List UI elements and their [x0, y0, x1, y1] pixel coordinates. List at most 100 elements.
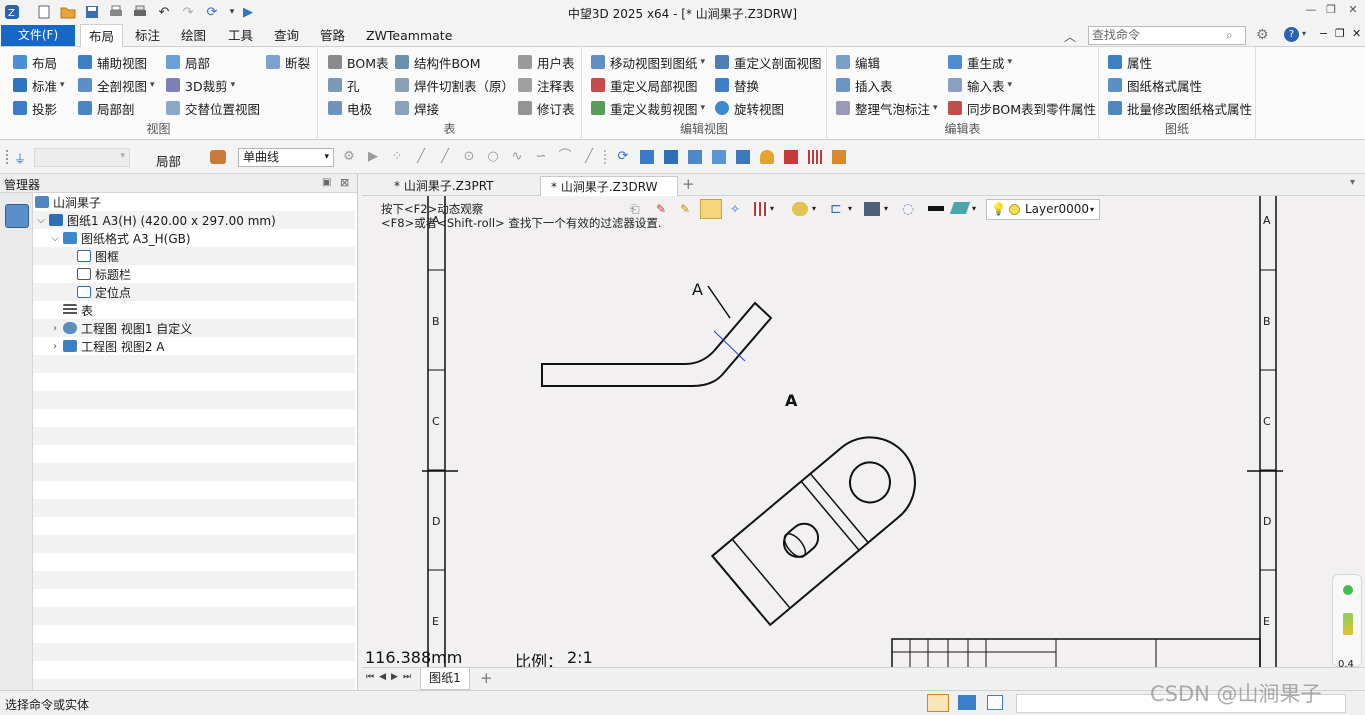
weld-cut-table-button[interactable]: 焊件切割表（原） [395, 75, 514, 95]
tab-part-doc[interactable]: * 山涧果子.Z3PRT [384, 176, 504, 196]
play-icon[interactable]: ▶ [366, 150, 380, 164]
canvas-grid-icon[interactable] [754, 202, 768, 216]
refresh-view-icon[interactable]: ⟳ [616, 150, 630, 164]
canvas-frame-dropdown-icon[interactable]: ▾ [848, 204, 852, 213]
tab-tools[interactable]: 工具 [220, 24, 261, 47]
break-view-button[interactable]: 断裂 [266, 52, 310, 72]
layer-dropdown[interactable]: 💡 Layer0000 ▾ [986, 199, 1100, 220]
close-panel-icon[interactable]: ⊠ [340, 176, 349, 189]
arc-icon[interactable]: ⌒ [558, 150, 572, 164]
canvas-display-dropdown-icon[interactable]: ▾ [812, 204, 816, 213]
canvas-brush-icon[interactable]: ✎ [656, 202, 666, 216]
filter-scope-label[interactable]: 局部 [156, 151, 181, 170]
view-label-a[interactable]: A [785, 391, 797, 410]
status-screen-icon[interactable] [958, 695, 976, 710]
regenerate-button[interactable]: 重生成 [948, 52, 1012, 72]
doc-close-button[interactable]: ✕ [1352, 27, 1361, 40]
status-list-icon[interactable] [987, 695, 1003, 710]
tab-query[interactable]: 查询 [266, 24, 307, 47]
standard-view-button[interactable]: 标准 [13, 75, 65, 95]
alternate-position-view-button[interactable]: 交替位置视图 [166, 98, 260, 118]
3d-clip-button[interactable]: 3D裁剪 [166, 75, 235, 95]
line-weight-icon[interactable] [928, 206, 944, 211]
rotate-view-button[interactable]: 旋转视图 [715, 98, 784, 118]
close-window-button[interactable]: ✕ [1342, 3, 1364, 21]
command-search-input[interactable]: 查找命令 [1088, 26, 1246, 45]
weldment-bom-button[interactable]: 结构件BOM [395, 52, 480, 72]
revision-table-button[interactable]: 修订表 [518, 98, 575, 118]
arrange-balloons-button[interactable]: 整理气泡标注 [836, 98, 938, 118]
pin-panel-icon[interactable]: ▣ [322, 177, 331, 188]
section-label-a-top[interactable]: A [692, 280, 703, 299]
canvas-undo-view-icon[interactable]: ⎗ [630, 202, 640, 217]
user-table-button[interactable]: 用户表 [518, 52, 575, 72]
minimize-button[interactable]: — [1300, 3, 1322, 21]
canvas-grid-dropdown-icon[interactable]: ▾ [770, 204, 774, 213]
tab-zwteammate[interactable]: ZWTeammate [358, 24, 460, 47]
hole-table-button[interactable]: 孔 [328, 75, 360, 95]
drawing-manager-tab-icon[interactable] [5, 204, 29, 228]
collapse-chevron-icon[interactable]: ⌵ [35, 215, 47, 226]
view-toolbar-icon-3[interactable] [688, 150, 702, 164]
layer-stack-dropdown-icon[interactable]: ▾ [972, 204, 976, 213]
tab-layout[interactable]: 布局 [80, 24, 124, 48]
insert-table-button[interactable]: 插入表 [836, 75, 893, 95]
collapse-chevron-icon[interactable]: ⌵ [49, 233, 61, 244]
canvas-display-icon[interactable] [792, 202, 808, 216]
tab-list-dropdown-icon[interactable]: ▾ [1350, 177, 1355, 188]
sheet-format-properties-button[interactable]: 图纸格式属性 [1108, 75, 1202, 95]
batch-modify-sheet-format-button[interactable]: 批量修改图纸格式属性 [1108, 98, 1252, 118]
slash-line-icon[interactable]: ╱ [582, 150, 596, 164]
expand-chevron-icon[interactable]: › [49, 341, 61, 352]
pick-filter-icon[interactable] [210, 150, 226, 164]
view-toolbar-icon-9[interactable] [832, 150, 846, 164]
doc-restore-button[interactable]: ❐ [1335, 27, 1345, 40]
tab-annotate[interactable]: 标注 [127, 24, 168, 47]
replace-button[interactable]: 替换 [715, 75, 759, 95]
auxiliary-view-button[interactable]: 辅助视图 [78, 52, 147, 72]
file-menu-button[interactable]: 文件(F) [1, 25, 75, 46]
weld-table-button[interactable]: 焊接 [395, 98, 439, 118]
tab-piping[interactable]: 管路 [312, 24, 353, 47]
tree-view2[interactable]: › 工程图 视图2 A [49, 337, 164, 355]
canvas-wand-icon[interactable]: ✧ [730, 202, 740, 216]
tree-sheet1[interactable]: ⌵ 图纸1 A3(H) (420.00 x 297.00 mm) [35, 211, 276, 229]
detail-view-button[interactable]: 局部 [166, 52, 210, 72]
settings-gear-icon[interactable]: ⚙ [1256, 27, 1269, 43]
tree-border[interactable]: 图框 [77, 247, 119, 265]
edit-table-button[interactable]: 编辑 [836, 52, 880, 72]
view-toolbar-icon-6[interactable] [760, 150, 774, 164]
tree-root[interactable]: 山涧果子 [35, 193, 101, 211]
tree-title-block[interactable]: 标题栏 [77, 265, 131, 283]
new-tab-plus-icon[interactable]: + [682, 175, 695, 193]
restore-button[interactable]: ❐ [1320, 3, 1342, 21]
view-toolbar-icon-8[interactable] [808, 150, 822, 164]
redefine-detail-view-button[interactable]: 重定义局部视图 [591, 75, 698, 95]
view-toolbar-icon-5[interactable] [736, 150, 750, 164]
sync-bom-button[interactable]: 同步BOM表到零件属性 [948, 98, 1096, 118]
canvas-clean-icon[interactable]: ✎ [680, 202, 690, 216]
properties-button[interactable]: 属性 [1108, 52, 1152, 72]
view-toolbar-icon-2[interactable] [664, 150, 678, 164]
sheet1-tab[interactable]: 图纸1 [420, 668, 470, 690]
curve-icon[interactable]: ∽ [534, 150, 548, 164]
performance-widget[interactable]: 0.4 [1332, 574, 1362, 667]
import-table-button[interactable]: 输入表 [948, 75, 1012, 95]
status-mode-button-1[interactable] [927, 694, 949, 712]
circle-icon[interactable]: ○ [486, 150, 500, 164]
help-dropdown-icon[interactable]: ▾ [1302, 29, 1306, 38]
note-table-button[interactable]: 注释表 [518, 75, 575, 95]
doc-minimize-button[interactable]: − [1319, 27, 1328, 40]
sheet-nav-arrows-icon[interactable]: ⏮◀▶⏭ [366, 672, 416, 682]
projection-button[interactable]: 投影 [13, 98, 57, 118]
full-section-button[interactable]: 全剖视图 [78, 75, 155, 95]
curve-select-dropdown[interactable]: 单曲线 ▾ [238, 148, 334, 167]
canvas-shading-button[interactable] [700, 199, 722, 219]
bom-table-button[interactable]: BOM表 [328, 52, 388, 72]
view-toolbar-icon-1[interactable] [640, 150, 654, 164]
tab-draw[interactable]: 绘图 [173, 24, 214, 47]
line-icon[interactable]: ╱ [414, 150, 428, 164]
tree-sheet-format[interactable]: ⌵ 图纸格式 A3_H(GB) [49, 229, 190, 247]
canvas-frame-icon[interactable]: ⊏ [830, 201, 842, 217]
local-section-button[interactable]: 局部剖 [78, 98, 135, 118]
